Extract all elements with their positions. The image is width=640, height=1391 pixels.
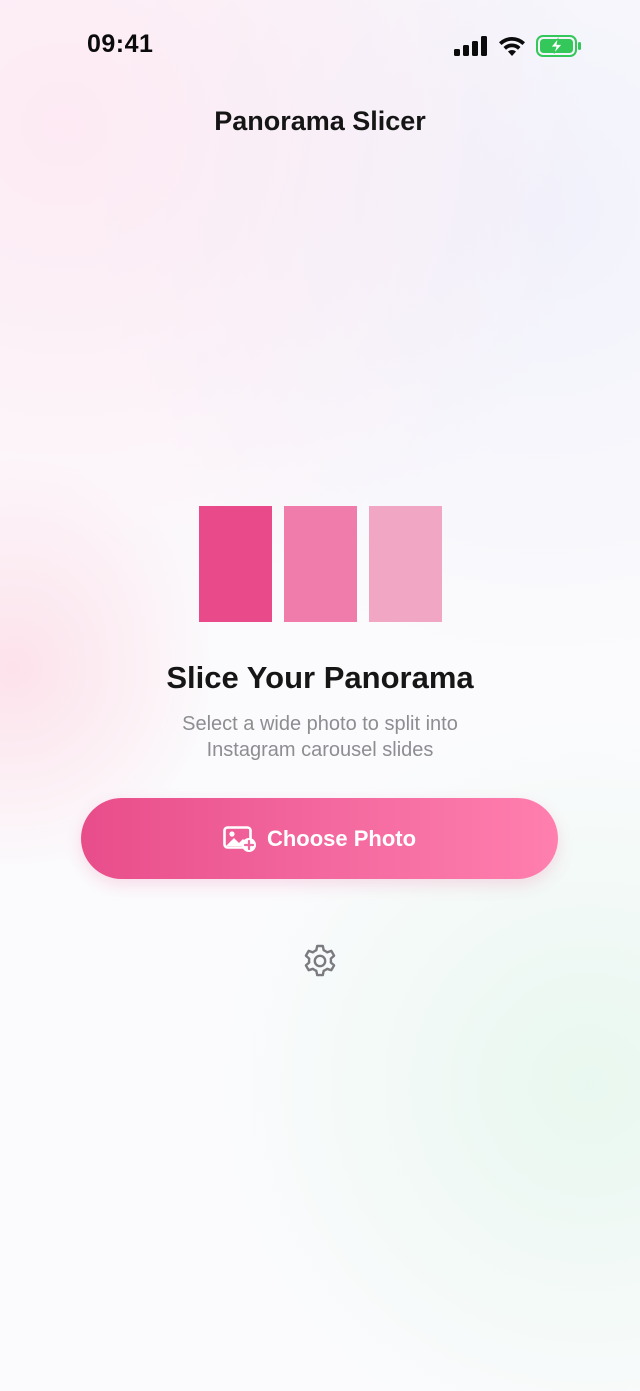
slice-preview-panel-1 [199,506,272,622]
settings-button[interactable] [301,942,339,980]
cellular-signal-icon [454,36,487,56]
hero-subtitle-line-1: Select a wide photo to split into [182,713,458,735]
wifi-icon [499,36,525,56]
status-time: 09:41 [87,30,154,58]
hero-subtitle-line-2: Instagram carousel slides [206,739,434,761]
status-bar: 09:41 [0,0,640,94]
photo-add-icon [223,825,256,852]
page-title: Panorama Slicer [214,106,426,136]
gear-icon [304,944,336,977]
slice-preview-panel-2 [284,506,357,622]
choose-photo-button[interactable]: Choose Photo [81,798,558,879]
slice-preview [199,506,442,622]
choose-photo-label: Choose Photo [266,825,417,851]
slice-preview-panel-3 [369,506,442,622]
hero-title: Slice Your Panorama [166,660,474,695]
hero-subtitle: Select a wide photo to split into Instag… [0,711,640,763]
battery-charging-icon [536,35,581,57]
status-icons [454,35,582,57]
